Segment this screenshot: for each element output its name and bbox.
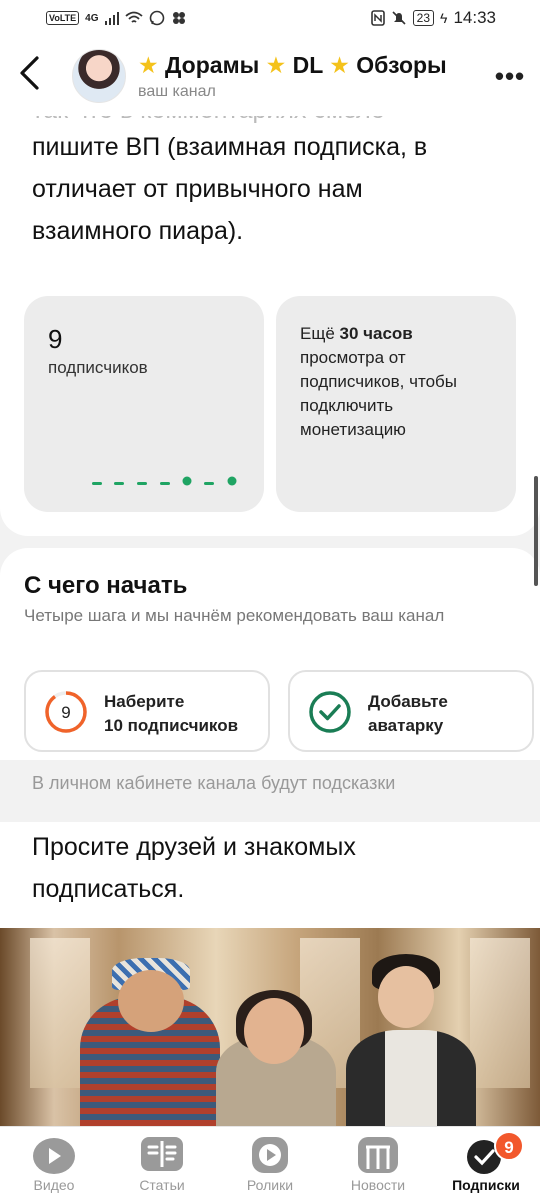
- hint-text: В личном кабинете канала будут подсказки: [32, 773, 396, 793]
- step-text: Наберите 10 подписчиков: [104, 690, 238, 738]
- battery-level: 23: [412, 10, 435, 26]
- charging-icon: ϟ: [440, 10, 448, 26]
- channel-titles[interactable]: ★ Дорамы ★ DL ★ Обзоры ваш канал: [138, 52, 488, 101]
- subscriptions-badge: 9: [494, 1131, 524, 1161]
- step-text: Добавьте аватарку: [368, 690, 448, 738]
- image-face: [118, 970, 184, 1032]
- signal-icon: [104, 11, 120, 25]
- ellipsis-icon[interactable]: •••: [488, 61, 532, 92]
- article-image[interactable]: [0, 928, 540, 1126]
- subscribers-stat[interactable]: 9 подписчиков: [24, 296, 264, 512]
- apps-icon: [173, 12, 186, 24]
- channel-name: ★ Дорамы ★ DL ★ Обзоры: [138, 52, 488, 79]
- scrollbar[interactable]: [534, 476, 538, 586]
- getting-started-card: С чего начать Четыре шага и мы начнём ре…: [0, 548, 540, 760]
- monetization-stat[interactable]: Ещё 30 часов просмотра от подписчиков, ч…: [276, 296, 516, 512]
- check-circle-icon: [309, 691, 351, 733]
- image-person: [346, 1030, 476, 1126]
- description-line: отличает от привычного нам: [32, 175, 363, 203]
- nav-label: Видео: [33, 1177, 75, 1193]
- paragraph-text: Просите друзей и знакомых подписаться.: [32, 833, 356, 903]
- image-face: [378, 966, 434, 1028]
- monetization-rest: просмотра от подписчиков, чтобы подключи…: [300, 348, 457, 439]
- avatar[interactable]: [72, 49, 126, 103]
- star-icon: ★: [265, 51, 287, 78]
- step-line: аватарку: [368, 716, 444, 735]
- wifi-icon: [125, 11, 143, 23]
- subscribers-count: 9: [48, 324, 63, 354]
- article-paragraph: Просите друзей и знакомых подписаться.: [0, 822, 540, 928]
- getting-started-title: С чего начать: [24, 572, 188, 599]
- video-icon: [33, 1138, 75, 1174]
- description-line: взаимного пиара).: [32, 217, 244, 245]
- monetization-hours: 30 часов: [339, 324, 413, 343]
- channel-name-part: Дорамы: [165, 51, 260, 78]
- shorts-icon: [252, 1137, 288, 1173]
- nav-item-video[interactable]: Видео: [0, 1127, 108, 1200]
- nav-item-shorts[interactable]: Ролики: [216, 1127, 324, 1200]
- image-face: [244, 998, 304, 1064]
- channel-name-part: Обзоры: [356, 51, 447, 78]
- mute-icon: [392, 11, 406, 25]
- news-icon: [358, 1137, 398, 1173]
- nav-label: Подписки: [452, 1177, 520, 1193]
- description: так что в комментариях смело пишите ВП (…: [32, 102, 512, 252]
- nav-label: Статьи: [139, 1177, 185, 1193]
- subscribers-sparkline: [92, 476, 237, 486]
- channel-name-part: DL: [292, 51, 323, 78]
- step-line: Добавьте: [368, 692, 448, 711]
- status-bar: VoLTE 4G 23 ϟ 14:33: [0, 0, 540, 36]
- nfc-icon: [370, 10, 385, 26]
- description-line: пишите ВП (взаимная подписка, в: [32, 133, 428, 161]
- step-avatar[interactable]: Добавьте аватарку: [288, 670, 534, 752]
- nav-item-subscriptions[interactable]: 9 Подписки: [432, 1127, 540, 1200]
- nav-label: Ролики: [246, 1177, 294, 1193]
- network-gen: 4G: [85, 12, 99, 24]
- subscribers-label: подписчиков: [48, 358, 148, 377]
- monetization-prefix: Ещё: [300, 324, 340, 343]
- star-icon: ★: [138, 51, 159, 78]
- channel-header: ★ Дорамы ★ DL ★ Обзоры ваш канал •••: [0, 36, 540, 116]
- getting-started-subtitle: Четыре шага и мы начнём рекомендовать ва…: [24, 606, 445, 625]
- step-line: 10 подписчиков: [104, 716, 239, 735]
- step-progress-value: 9: [61, 703, 70, 722]
- channel-card: так что в комментариях смело пишите ВП (…: [0, 100, 540, 536]
- progress-ring-icon: 9: [45, 691, 87, 733]
- step-subscribers[interactable]: 9 Наберите 10 подписчиков: [24, 670, 270, 752]
- bottom-nav: Видео Статьи Ролики Новости 9 Подписки: [0, 1126, 540, 1200]
- channel-subtitle: ваш канал: [138, 82, 216, 100]
- clock: 14:33: [453, 8, 496, 27]
- nav-item-news[interactable]: Новости: [324, 1127, 432, 1200]
- whatsapp-icon: [149, 10, 165, 26]
- image-window: [470, 938, 530, 1088]
- nav-item-articles[interactable]: Статьи: [108, 1127, 216, 1200]
- articles-icon: [141, 1137, 183, 1171]
- monetization-text: Ещё 30 часов просмотра от подписчиков, ч…: [300, 322, 500, 442]
- nav-label: Новости: [350, 1177, 406, 1193]
- star-icon: ★: [329, 51, 350, 78]
- chevron-left-icon[interactable]: [18, 55, 58, 98]
- volte-badge: VoLTE: [46, 11, 80, 25]
- step-line: Наберите: [104, 692, 185, 711]
